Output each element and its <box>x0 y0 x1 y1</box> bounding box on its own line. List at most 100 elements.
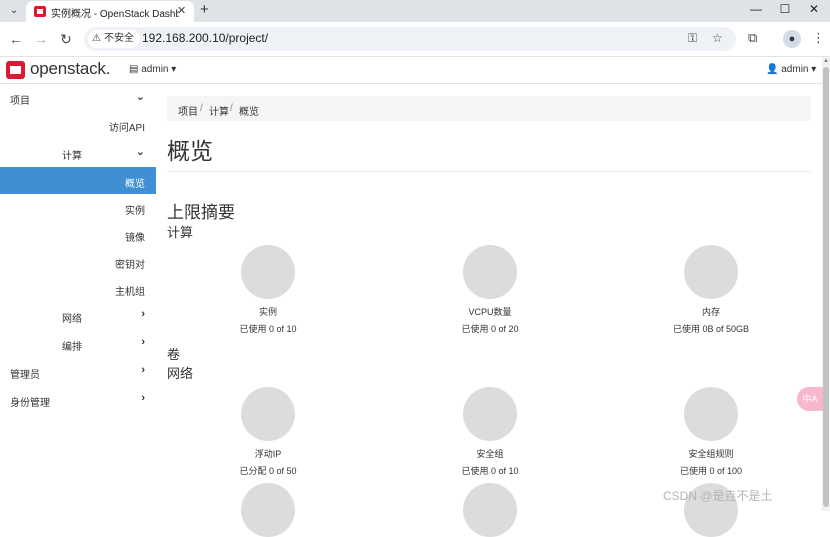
sidebar-item-project[interactable]: 项目 ⌄ <box>0 84 156 111</box>
tab-title: 实例概况 - OpenStack Dashbo <box>51 9 179 20</box>
pie-title: 实例 <box>258 307 277 317</box>
address-toolbar: ← → ↻ ⚠ 不安全 192.168.200.10/project/ ⚿ ☆ ⧉… <box>0 22 830 57</box>
chevron-right-icon: › <box>141 308 145 320</box>
user-menu[interactable]: 👤 admin ▾ <box>766 64 816 75</box>
scroll-up-icon[interactable]: ▲ <box>823 58 829 64</box>
sidebar-item-server-groups[interactable]: 主机组 <box>0 275 156 302</box>
sidebar-item-label: 管理员 <box>10 370 40 381</box>
address-bar[interactable]: ⚠ 不安全 192.168.200.10/project/ ⚿ ☆ <box>84 27 736 51</box>
limit-summary-heading: 上限摘要 <box>167 203 235 222</box>
minimize-button[interactable]: — <box>746 2 766 16</box>
openstack-navbar: openstack. ▤ admin ▾ 👤 admin ▾ <box>0 57 822 84</box>
warning-icon: ⚠ <box>92 33 101 44</box>
openstack-favicon-icon <box>34 6 46 17</box>
sidebar-item-label: 计算 <box>62 151 82 162</box>
openstack-logo-icon <box>6 61 25 79</box>
breadcrumb-item-compute[interactable]: 计算 <box>209 103 229 118</box>
breadcrumb-item-overview: 概览 <box>239 107 259 118</box>
translate-icon[interactable]: 中A <box>797 387 823 411</box>
forward-arrow-icon[interactable]: → <box>33 31 49 47</box>
insecure-label: 不安全 <box>103 33 134 44</box>
pie-title: 安全组 <box>476 449 504 459</box>
chevron-right-icon: › <box>141 392 145 404</box>
sidebar-item-label: 访问API <box>108 123 145 134</box>
instances-pie-chart <box>241 245 295 299</box>
chevron-right-icon: › <box>141 364 145 376</box>
password-key-icon[interactable]: ⚿ <box>688 31 697 46</box>
sidebar-item-overview[interactable]: 概览 <box>0 167 156 194</box>
maximize-button[interactable]: ☐ <box>775 2 795 16</box>
url-text[interactable]: 192.168.200.10/project/ <box>142 31 268 45</box>
page-scrollbar[interactable]: ▲ <box>822 57 830 511</box>
sidebar-item-label: 实例 <box>125 206 145 217</box>
sidebar-item-orchestration[interactable]: 编排 › <box>0 330 156 357</box>
page-title: 概览 <box>167 138 213 164</box>
sidebar-item-label: 编排 <box>62 342 82 353</box>
floating-ip-pie-chart <box>241 387 295 441</box>
breadcrumb: 项目 / 计算 / 概览 <box>167 96 811 121</box>
reload-icon[interactable]: ↻ <box>58 31 74 48</box>
pie-usage: 已分配 0 of 50 <box>239 466 297 476</box>
ram-pie-chart <box>684 245 738 299</box>
chevron-down-icon: ⌄ <box>135 91 145 103</box>
sidebar-item-label: 主机组 <box>115 287 145 298</box>
bookmark-star-icon[interactable]: ☆ <box>712 31 723 45</box>
tab-search-icon[interactable]: ⌄ <box>6 3 22 19</box>
pie-title: 浮动IP <box>254 449 282 459</box>
sidebar-item-label: 镜像 <box>125 233 145 244</box>
tab-close-icon[interactable]: ✕ <box>177 4 186 17</box>
volume-section-heading: 卷 <box>167 347 181 362</box>
breadcrumb-separator: / <box>200 103 203 114</box>
close-window-button[interactable]: ✕ <box>804 2 824 16</box>
watermark: CSDN @是垚不是土 <box>663 489 773 503</box>
caret-down-icon: ▾ <box>171 64 177 75</box>
breadcrumb-item-project[interactable]: 项目 <box>178 103 198 118</box>
sidebar-item-label: 网络 <box>62 314 82 325</box>
sidebar-item-compute[interactable]: 计算 ⌄ <box>0 139 156 166</box>
pie-title: 内存 <box>701 307 720 317</box>
sidebar-item-label: 概览 <box>125 179 145 190</box>
sidebar-item-label: 密钥对 <box>115 260 145 271</box>
vcpu-pie-chart <box>463 245 517 299</box>
chevron-down-icon: ⌄ <box>135 146 145 158</box>
brand-name: openstack. <box>30 59 111 78</box>
project-selector[interactable]: ▤ admin ▾ <box>129 64 176 75</box>
pie-usage: 已使用 0 of 100 <box>679 466 743 476</box>
new-tab-button[interactable]: + <box>200 1 209 18</box>
pie-usage: 已使用 0 of 10 <box>461 466 519 476</box>
profile-avatar-icon[interactable]: ● <box>783 30 801 48</box>
site-info-button[interactable]: ⚠ 不安全 <box>88 30 140 48</box>
security-groups-pie-chart <box>463 387 517 441</box>
sidebar-item-label: 身份管理 <box>10 398 50 409</box>
chevron-right-icon: › <box>141 336 145 348</box>
browser-tab-bar: ⌄ 实例概况 - OpenStack Dashbo ✕ + — ☐ ✕ <box>0 0 830 22</box>
scrollbar-thumb[interactable] <box>823 67 829 507</box>
sidebar-item-identity[interactable]: 身份管理 › <box>0 386 156 413</box>
caret-down-icon: ▾ <box>811 64 817 75</box>
user-name: admin <box>781 64 809 75</box>
back-arrow-icon[interactable]: ← <box>8 31 24 47</box>
sidebar-item-instances[interactable]: 实例 <box>0 194 156 221</box>
compute-section-heading: 计算 <box>167 225 194 240</box>
sidebar-item-network[interactable]: 网络 › <box>0 302 156 329</box>
sidebar-item-images[interactable]: 镜像 <box>0 221 156 248</box>
pie-chart-partial <box>241 483 295 537</box>
sidebar-item-api-access[interactable]: 访问API <box>0 111 156 138</box>
title-divider <box>167 171 811 172</box>
project-grid-icon: ▤ <box>129 64 139 75</box>
sidebar: 项目 ⌄ 访问API 计算 ⌄ 概览 实例 镜像 密钥对 主机组 网络 › 编排… <box>0 84 156 511</box>
browser-menu-icon[interactable]: ⋮ <box>812 30 825 46</box>
extensions-puzzle-icon[interactable]: ⧉ <box>748 30 757 46</box>
pie-title: VCPU数量 <box>468 307 512 317</box>
network-section-heading: 网络 <box>167 366 194 381</box>
pie-chart-partial <box>463 483 517 537</box>
security-group-rules-pie-chart <box>684 387 738 441</box>
project-name: admin <box>141 64 169 75</box>
sidebar-item-label: 项目 <box>10 96 30 107</box>
sidebar-item-admin[interactable]: 管理员 › <box>0 358 156 385</box>
pie-usage: 已使用 0B of 50GB <box>672 324 750 334</box>
pie-title: 安全组规则 <box>688 449 734 459</box>
breadcrumb-separator: / <box>230 103 233 114</box>
browser-tab[interactable]: 实例概况 - OpenStack Dashbo ✕ <box>26 1 194 22</box>
sidebar-item-key-pairs[interactable]: 密钥对 <box>0 248 156 275</box>
